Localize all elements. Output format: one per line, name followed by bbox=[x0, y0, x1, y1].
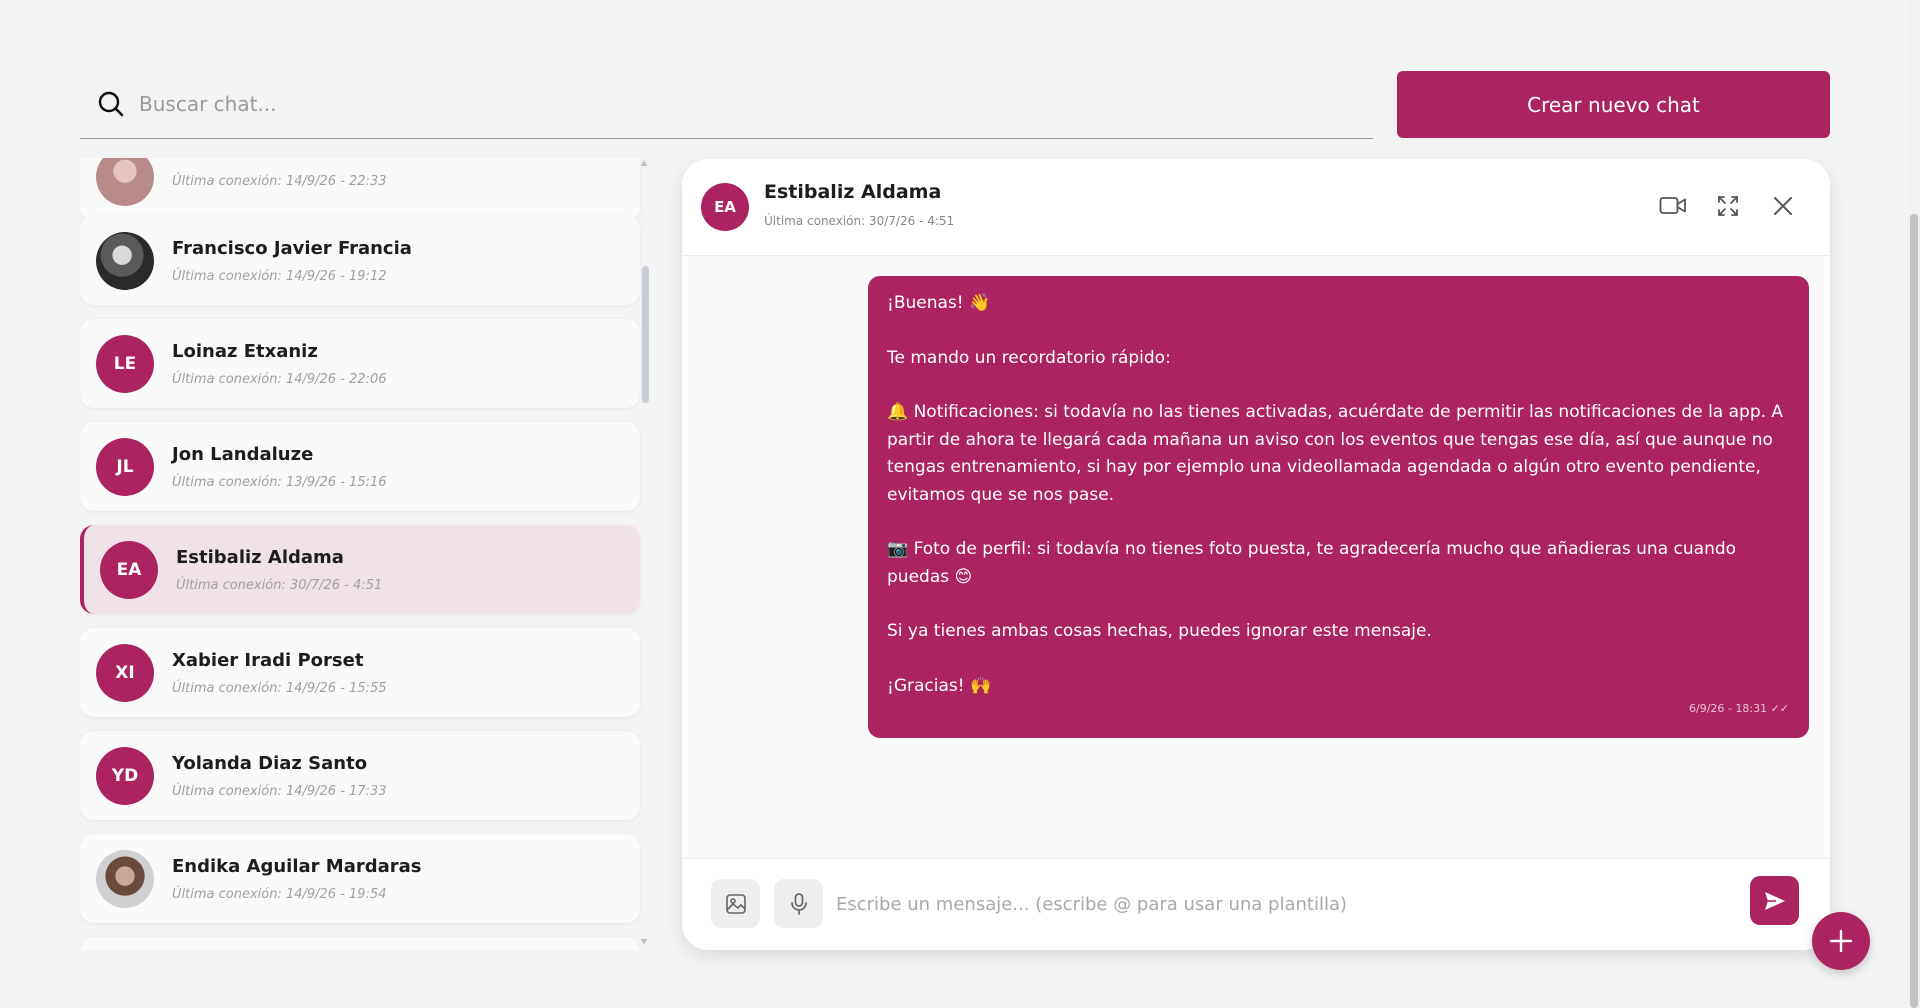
expand-icon bbox=[1718, 196, 1738, 216]
chat-list-item[interactable]: Francisco Javier Francia Última conexión… bbox=[80, 216, 640, 305]
microphone-icon bbox=[790, 892, 807, 915]
message-line: 📷 Foto de perfil: si todavía no tienes f… bbox=[887, 539, 1737, 587]
avatar: EA bbox=[100, 540, 158, 599]
message-timestamp: 6/9/26 - 18:31 ✓✓ bbox=[1689, 701, 1789, 715]
chat-list-item[interactable]: Endika Aguilar Mardaras Última conexión:… bbox=[80, 834, 640, 923]
chat-last-seen: Última conexión: 14/9/26 - 22:06 bbox=[172, 371, 387, 387]
create-chat-button[interactable]: Crear nuevo chat bbox=[1397, 71, 1830, 138]
send-button[interactable] bbox=[1750, 876, 1799, 925]
close-icon bbox=[1774, 197, 1792, 215]
message-bubble: ¡Buenas! 👋 Te mando un recordatorio rápi… bbox=[868, 276, 1809, 738]
chat-last-seen: Última conexión: 30/7/26 - 4:51 bbox=[176, 577, 383, 593]
avatar: YD bbox=[96, 746, 154, 805]
chat-list-item[interactable]: Última conexión: 14/9/26 - 22:33 bbox=[80, 158, 640, 221]
chat-name: Endika Aguilar Mardaras bbox=[172, 855, 422, 877]
chat-list-item[interactable]: LE Loinaz Etxaniz Última conexión: 14/9/… bbox=[80, 319, 640, 408]
avatar: XI bbox=[96, 643, 154, 702]
message-line: Te mando un recordatorio rápido: bbox=[887, 347, 1171, 368]
chat-last-seen: Última conexión: 14/9/26 - 15:55 bbox=[172, 680, 387, 696]
chat-last-seen: Última conexión: 14/9/26 - 22:33 bbox=[172, 174, 387, 189]
chat-name: Estibaliz Aldama bbox=[176, 546, 344, 568]
attach-image-button[interactable] bbox=[711, 879, 760, 928]
add-fab-button[interactable] bbox=[1812, 912, 1870, 970]
chat-list-item[interactable]: XI Xabier Iradi Porset Última conexión: … bbox=[80, 628, 640, 717]
chat-list-item-active[interactable]: EA Estibaliz Aldama Última conexión: 30/… bbox=[80, 525, 640, 614]
chat-name: Jon Landaluze bbox=[172, 443, 314, 465]
message-line: Si ya tienes ambas cosas hechas, puedes … bbox=[887, 621, 1432, 641]
search-input[interactable] bbox=[139, 92, 1239, 116]
video-call-button[interactable] bbox=[1656, 189, 1690, 223]
contact-last-seen: Última conexión: 30/7/26 - 4:51 bbox=[764, 214, 955, 228]
search-bar[interactable] bbox=[80, 70, 1373, 139]
avatar: LE bbox=[96, 334, 154, 393]
chat-name: Francisco Javier Francia bbox=[172, 237, 412, 259]
message-line: ¡Gracias! 🙌 bbox=[887, 675, 992, 696]
chat-last-seen: Última conexión: 14/9/26 - 17:33 bbox=[172, 783, 387, 799]
chat-last-seen: Última conexión: 14/9/26 - 19:54 bbox=[172, 886, 387, 902]
chat-list-item[interactable]: JL Jon Landaluze Última conexión: 13/9/2… bbox=[80, 422, 640, 511]
chat-last-seen: Última conexión: 14/9/26 - 19:12 bbox=[172, 268, 387, 284]
message-line: 🔔 Notificaciones: si todavía no las tien… bbox=[887, 402, 1784, 505]
search-icon bbox=[98, 91, 124, 117]
voice-message-button[interactable] bbox=[774, 879, 823, 928]
scroll-up-arrow-icon[interactable]: ▲ bbox=[641, 158, 647, 167]
message-composer bbox=[682, 858, 1830, 950]
message-line: ¡Buenas! 👋 bbox=[887, 293, 991, 313]
chat-name: Xabier Iradi Porset bbox=[172, 649, 364, 671]
chat-list-scrollbar[interactable] bbox=[642, 266, 649, 403]
avatar bbox=[96, 231, 154, 290]
message-input[interactable] bbox=[836, 889, 1726, 919]
image-icon bbox=[725, 893, 746, 914]
chat-list-item[interactable]: YD Yolanda Diaz Santo Última conexión: 1… bbox=[80, 731, 640, 820]
close-chat-button[interactable] bbox=[1766, 189, 1800, 223]
scroll-down-arrow-icon[interactable]: ▼ bbox=[641, 937, 647, 946]
video-camera-icon bbox=[1659, 197, 1686, 214]
send-icon bbox=[1764, 891, 1785, 910]
avatar bbox=[96, 158, 154, 206]
avatar: JL bbox=[96, 437, 154, 496]
plus-icon bbox=[1829, 929, 1853, 953]
contact-name: Estibaliz Aldama bbox=[764, 181, 942, 203]
chat-name: Yolanda Diaz Santo bbox=[172, 752, 368, 774]
contact-avatar: EA bbox=[701, 183, 749, 231]
chat-header: EA Estibaliz Aldama Última conexión: 30/… bbox=[682, 159, 1830, 256]
chat-last-seen: Última conexión: 13/9/26 - 15:16 bbox=[172, 474, 387, 490]
chat-name: Loinaz Etxaniz bbox=[172, 340, 318, 362]
expand-button[interactable] bbox=[1711, 189, 1745, 223]
chat-list-item[interactable] bbox=[80, 937, 640, 951]
chat-list: Última conexión: 14/9/26 - 22:33 Francis… bbox=[80, 158, 647, 951]
avatar bbox=[96, 849, 154, 908]
chat-panel: EA Estibaliz Aldama Última conexión: 30/… bbox=[682, 159, 1830, 950]
page-scrollbar[interactable] bbox=[1910, 214, 1918, 1008]
